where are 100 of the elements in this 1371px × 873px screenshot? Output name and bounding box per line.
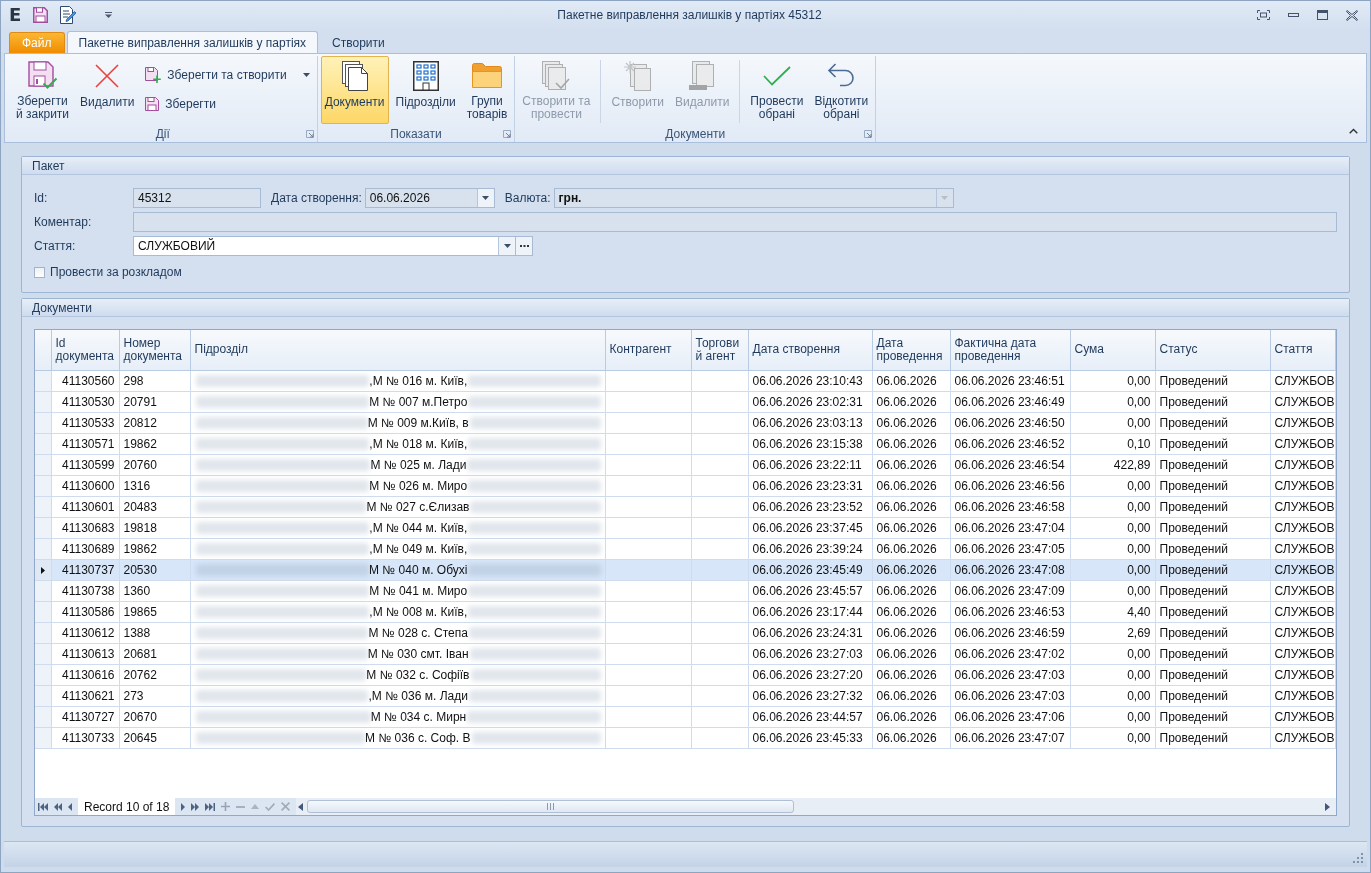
- table-row[interactable]: 41130600 1316 М № 026 м. Миро 06.06.2026 23:23:31 06.06.2026 06.06.2026 23:46:56 0,00 Проведений СЛУЖБОВ: [35, 475, 1336, 496]
- table-row[interactable]: 41130599 20760 М № 025 м. Лади 06.06.2026 23:22:11 06.06.2026 06.06.2026 23:46:54 422,89 Проведений СЛУЖБОВ: [35, 454, 1336, 475]
- panel-title: Документи: [32, 300, 92, 315]
- table-row[interactable]: 41130612 1388 М № 028 с. Степа 06.06.2026 23:24:31 06.06.2026 06.06.2026 23:46:59 2,69 Проведений СЛУЖБОВ: [35, 622, 1336, 643]
- dialog-launcher-icon[interactable]: [305, 129, 314, 138]
- table-cell: 06.06.2026 23:24:31: [748, 622, 872, 643]
- column-header[interactable]: Торгови й агент: [691, 330, 748, 370]
- app-logo[interactable]: E: [9, 5, 22, 25]
- customize-caret-icon[interactable]: [105, 12, 113, 18]
- ribbon-button[interactable]: Зберегти та створити: [141, 65, 314, 85]
- ribbon-button[interactable]: Видалити: [76, 56, 139, 124]
- table-cell: 06.06.2026 23:27:20: [748, 664, 872, 685]
- table-row[interactable]: 41130737 20530 М № 040 м. Обухі 06.06.2026 23:45:49 06.06.2026 06.06.2026 23:47:08 0,00 Проведений СЛУЖБОВ: [35, 559, 1336, 580]
- column-header[interactable]: Контрагент: [605, 330, 691, 370]
- column-header[interactable]: Фактична дата проведення: [950, 330, 1070, 370]
- column-header[interactable]: Id документа: [51, 330, 119, 370]
- table-cell: 06.06.2026: [872, 643, 950, 664]
- browse-button[interactable]: [516, 236, 533, 256]
- date-field[interactable]: 06.06.2026: [364, 188, 495, 208]
- table-cell: 41130683: [51, 517, 119, 538]
- ribbon-button[interactable]: Групи товарів: [462, 56, 512, 124]
- table-cell: 06.06.2026 23:37:45: [748, 517, 872, 538]
- previous-page-icon[interactable]: [54, 802, 62, 811]
- scroll-left-icon[interactable]: [298, 802, 304, 811]
- fullscreen-icon[interactable]: [1257, 10, 1270, 20]
- column-header[interactable]: Дата проведення: [872, 330, 950, 370]
- horizontal-scrollbar[interactable]: [296, 798, 1336, 815]
- floppy-plus-icon: [145, 67, 162, 83]
- table-cell: 20812: [119, 412, 190, 433]
- dialog-launcher-icon[interactable]: [503, 129, 512, 138]
- comment-field[interactable]: [133, 212, 1337, 232]
- next-record-icon[interactable]: [181, 802, 186, 811]
- table-cell: 06.06.2026 23:45:33: [748, 727, 872, 748]
- table-row[interactable]: 41130601 20483 М № 027 с.Єлизав 06.06.2026 23:23:52 06.06.2026 06.06.2026 23:46:58 0,00 Проведений СЛУЖБОВ: [35, 496, 1336, 517]
- table-row[interactable]: 41130733 20645 М № 036 с. Соф. В 06.06.2026 23:45:33 06.06.2026 06.06.2026 23:47:07 0,00 Проведений СЛУЖБОВ: [35, 727, 1336, 748]
- table-row[interactable]: 41130727 20670 М № 034 с. Мирн 06.06.2026 23:44:57 06.06.2026 06.06.2026 23:47:06 0,00 Проведений СЛУЖБОВ: [35, 706, 1336, 727]
- table-cell: 4,40: [1070, 601, 1155, 622]
- minimize-icon[interactable]: [1288, 13, 1299, 17]
- table-cell: 41130599: [51, 454, 119, 475]
- table-row[interactable]: 41130613 20681 М № 030 смт. Іван 06.06.2026 23:27:03 06.06.2026 06.06.2026 23:47:02 0,00 Проведений СЛУЖБОВ: [35, 643, 1336, 664]
- table-row[interactable]: 41130621 273 ,М № 036 м. Лади 06.06.2026 23:27:32 06.06.2026 06.06.2026 23:47:03 0,00 Проведений СЛУЖБОВ: [35, 685, 1336, 706]
- row-pointer-icon: [40, 566, 45, 574]
- table-cell: М № 025 м. Лади: [370, 457, 467, 472]
- table-cell: 298: [119, 370, 190, 391]
- ribbon-button[interactable]: Зберегти: [141, 94, 314, 114]
- column-header[interactable]: Сума: [1070, 330, 1155, 370]
- table-cell: 0,10: [1070, 433, 1155, 454]
- table-cell: 2,69: [1070, 622, 1155, 643]
- scroll-right-icon[interactable]: [1325, 802, 1330, 811]
- table-row[interactable]: 41130689 19862 ,М № 049 м. Київ, 06.06.2026 23:39:24 06.06.2026 06.06.2026 23:47:05 0,00 Проведений СЛУЖБОВ: [35, 538, 1336, 559]
- collapse-ribbon-icon[interactable]: [1349, 128, 1358, 134]
- scrollbar-thumb[interactable]: [307, 800, 794, 813]
- dropdown-button[interactable]: [476, 189, 494, 207]
- ribbon-button[interactable]: Документи: [320, 56, 389, 124]
- ribbon-tab[interactable]: Пакетне виправлення залишків у партіях: [66, 31, 319, 53]
- check-icon[interactable]: [265, 802, 276, 811]
- table-cell: 20762: [119, 664, 190, 685]
- close-icon[interactable]: [1346, 9, 1358, 21]
- checkbox[interactable]: [34, 266, 45, 278]
- table-row[interactable]: 41130738 1360 М № 041 м. Миро 06.06.2026 23:45:57 06.06.2026 06.06.2026 23:47:09 0,00 Проведений СЛУЖБОВ: [35, 580, 1336, 601]
- table-cell: 06.06.2026: [872, 391, 950, 412]
- table-row[interactable]: 41130586 19865 ,М № 008 м. Київ, 06.06.2026 23:17:44 06.06.2026 06.06.2026 23:46:53 4,40 Проведений СЛУЖБОВ: [35, 601, 1336, 622]
- first-record-icon[interactable]: [38, 802, 48, 811]
- id-field[interactable]: 45312: [133, 188, 261, 208]
- previous-record-icon[interactable]: [68, 802, 72, 811]
- dropdown-field[interactable]: СЛУЖБОВИЙ: [133, 236, 516, 256]
- table-row[interactable]: 41130571 19862 ,М № 018 м. Київ, 06.06.2026 23:15:38 06.06.2026 06.06.2026 23:46:52 0,10 Проведений СЛУЖБОВ: [35, 433, 1336, 454]
- next-page-icon[interactable]: [191, 802, 200, 811]
- table-cell: СЛУЖБОВ: [1270, 706, 1336, 727]
- ribbon-button[interactable]: Відкотити обрані: [810, 56, 873, 124]
- table-cell: 06.06.2026 23:47:03: [950, 664, 1070, 685]
- table-cell: 06.06.2026 23:44:57: [748, 706, 872, 727]
- ribbon-button[interactable]: Зберегти й закрити: [12, 56, 74, 124]
- edit-document-icon[interactable]: [60, 6, 78, 24]
- table-cell: 19862: [119, 538, 190, 559]
- table-row[interactable]: 41130533 20812 М № 009 м.Київ, в 06.06.2026 23:03:13 06.06.2026 06.06.2026 23:46:50 0,00 Проведений СЛУЖБОВ: [35, 412, 1336, 433]
- table-cell: 06.06.2026: [872, 538, 950, 559]
- ribbon-tab[interactable]: Створити: [320, 32, 397, 53]
- last-record-icon[interactable]: [205, 802, 216, 811]
- table-row[interactable]: 41130616 20762 М № 032 с. Софіїв 06.06.2026 23:27:20 06.06.2026 06.06.2026 23:47:03 0,00 Проведений СЛУЖБОВ: [35, 664, 1336, 685]
- table-cell: ,М № 008 м. Київ,: [369, 604, 468, 619]
- dialog-launcher-icon[interactable]: [864, 129, 873, 138]
- ribbon-button[interactable]: Підрозділи: [391, 56, 460, 124]
- table-cell: М № 028 с. Степа: [368, 625, 468, 640]
- table-row[interactable]: 41130530 20791 М № 007 м.Петро 06.06.2026 23:02:31 06.06.2026 06.06.2026 23:46:49 0,00 Проведений СЛУЖБОВ: [35, 391, 1336, 412]
- column-header[interactable]: Номер документа: [119, 330, 190, 370]
- table-row[interactable]: 41130683 19818 ,М № 044 м. Київ, 06.06.2026 23:37:45 06.06.2026 06.06.2026 23:47:04 0,00 Проведений СЛУЖБОВ: [35, 517, 1336, 538]
- column-header[interactable]: Підрозділ: [190, 330, 605, 370]
- table-row[interactable]: 41130560 298 ,М № 016 м. Київ, 06.06.2026 23:10:43 06.06.2026 06.06.2026 23:46:51 0,00 Проведений СЛУЖБОВ: [35, 370, 1336, 391]
- table-cell: 0,00: [1070, 412, 1155, 433]
- resize-grip-icon[interactable]: [1353, 853, 1363, 863]
- table-cell: Проведений: [1155, 454, 1270, 475]
- dropdown-button[interactable]: [498, 237, 515, 255]
- column-header[interactable]: Дата створення: [748, 330, 872, 370]
- column-header[interactable]: Статус: [1155, 330, 1270, 370]
- floppy-icon: [145, 97, 160, 111]
- column-header[interactable]: Стаття: [1270, 330, 1336, 370]
- ribbon-button[interactable]: Провести обрані: [746, 56, 808, 124]
- floppy-icon[interactable]: [33, 7, 49, 23]
- maximize-icon[interactable]: [1317, 10, 1328, 20]
